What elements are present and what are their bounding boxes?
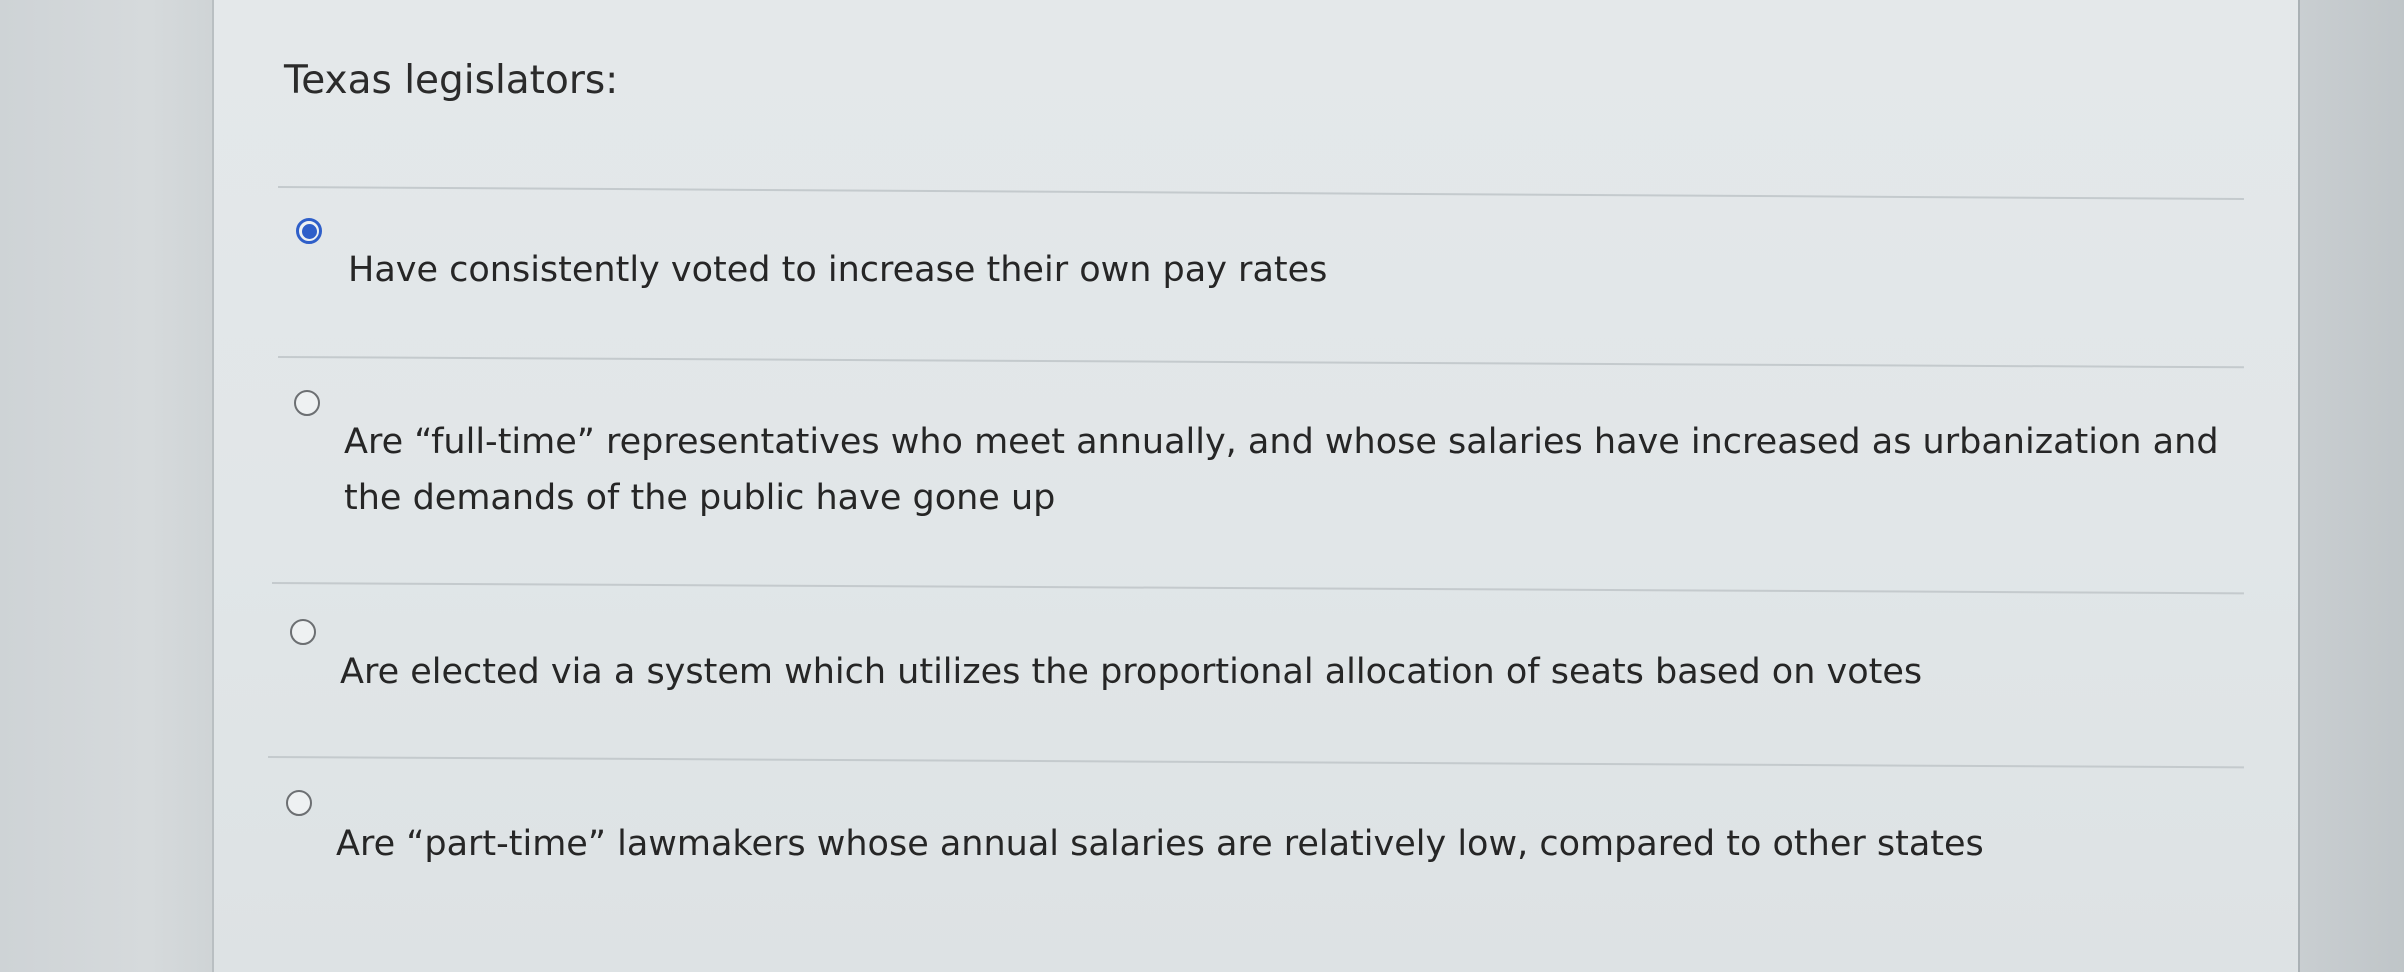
choice-4-label[interactable]: Are “part-time” lawmakers whose annual s… [336,818,1984,870]
choice-1-label[interactable]: Have consistently voted to increase thei… [348,244,1327,296]
choice-3-label[interactable]: Are elected via a system which utilizes … [340,646,1922,698]
choice-2-label-line2[interactable]: the demands of the public have gone up [344,472,1055,524]
radio-unselected-icon[interactable] [294,390,320,416]
radio-unselected-icon[interactable] [290,619,316,645]
radio-unselected-icon[interactable] [286,790,312,816]
page-left-margin [0,0,214,972]
question-prompt: Texas legislators: [284,58,619,103]
page-right-margin [2298,0,2404,972]
radio-selected-icon[interactable] [296,218,322,244]
choice-2-label-line1[interactable]: Are “full-time” representatives who meet… [344,416,2219,468]
